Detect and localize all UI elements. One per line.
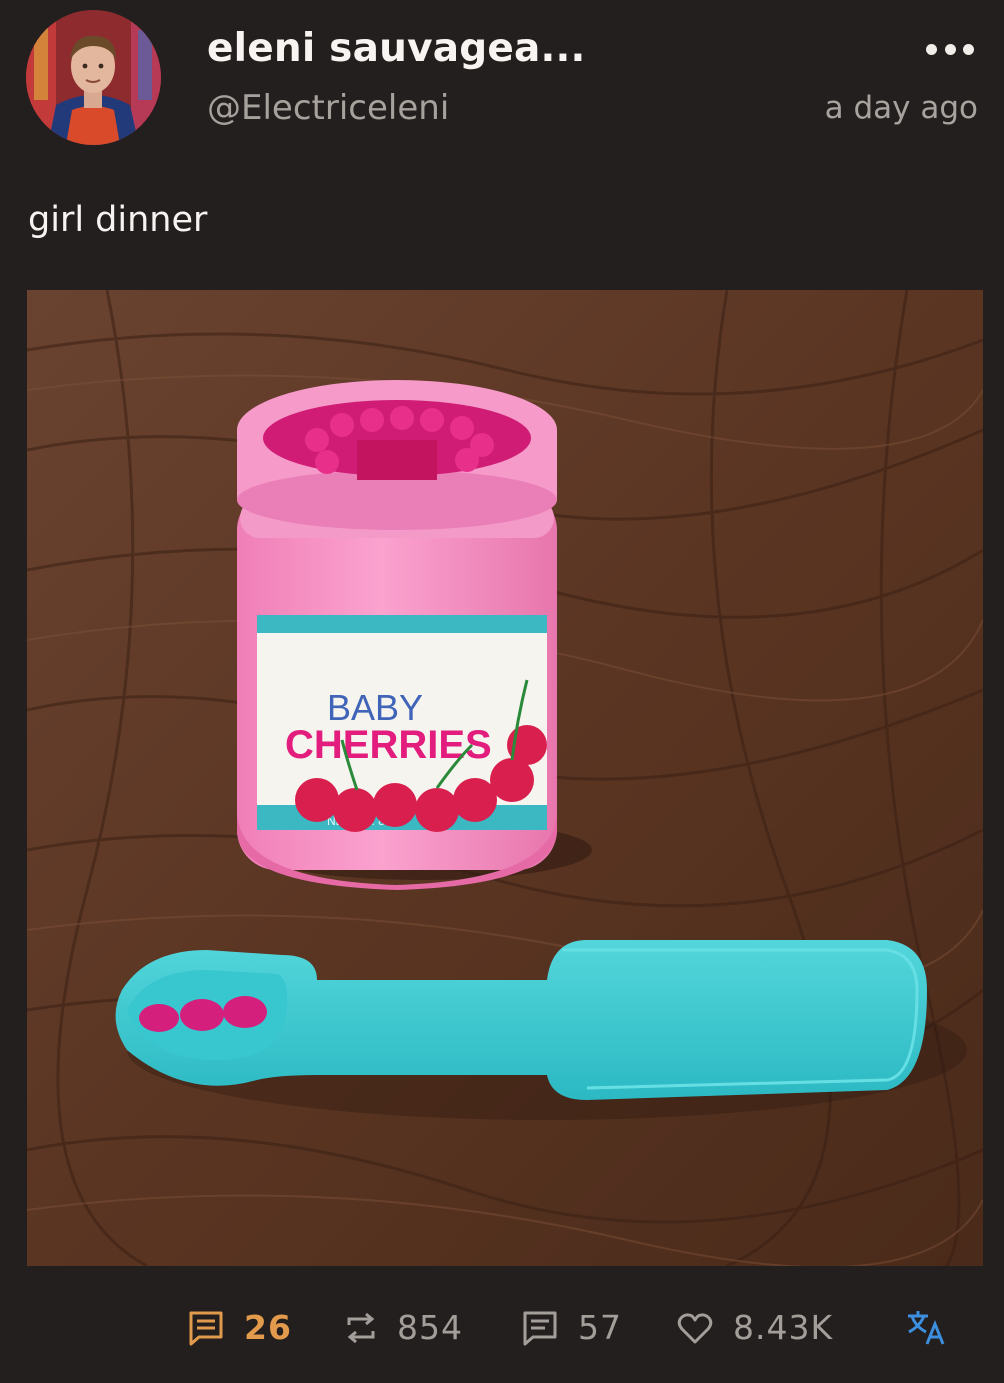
repost-icon — [347, 1312, 375, 1343]
translate-button[interactable] — [906, 1308, 946, 1346]
heart-icon — [677, 1312, 713, 1343]
more-dot — [944, 43, 956, 55]
repost-count: 854 — [397, 1308, 463, 1347]
post-action-bar: 26 854 57 8.43K — [0, 1300, 1004, 1370]
label-cherries: CHERRIES — [285, 723, 492, 767]
avatar[interactable] — [26, 10, 161, 145]
translate-icon — [908, 1311, 945, 1345]
like-button[interactable]: 8.43K — [677, 1308, 833, 1347]
more-options-button[interactable] — [926, 38, 974, 60]
author-display-name[interactable]: eleni sauvagea... — [207, 26, 586, 71]
post-photo-illustration: BABY CHERRIES NET WT. 8 — [27, 290, 983, 1266]
quote-count: 57 — [578, 1308, 622, 1347]
quote-icon — [523, 1311, 557, 1345]
reply-count: 26 — [244, 1308, 292, 1347]
repost-button[interactable]: 854 — [345, 1308, 463, 1347]
label-baby: BABY — [327, 687, 423, 728]
post-timestamp[interactable]: a day ago — [825, 90, 978, 126]
author-handle[interactable]: @Electriceleni — [207, 88, 449, 128]
post-image[interactable]: BABY CHERRIES NET WT. 8 — [27, 290, 983, 1266]
more-dot — [963, 43, 974, 55]
comment-icon — [189, 1311, 223, 1345]
reply-button[interactable]: 26 — [188, 1308, 292, 1347]
like-count: 8.43K — [733, 1308, 834, 1347]
post-text: girl dinner — [28, 200, 208, 240]
quote-button[interactable]: 57 — [522, 1308, 622, 1347]
more-horizontal-icon — [926, 43, 937, 55]
